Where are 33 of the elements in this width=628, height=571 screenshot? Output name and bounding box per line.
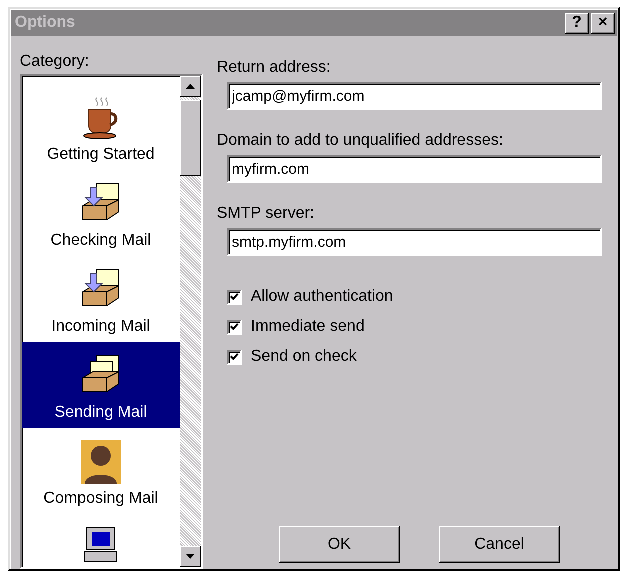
checkbox-label: Immediate send	[251, 318, 365, 336]
field-label: SMTP server:	[217, 205, 316, 223]
checkbox-label: Send on check	[251, 348, 357, 366]
field-label: Domain to add to unqualified addresses:	[217, 132, 504, 150]
ok-button[interactable]: OK	[279, 526, 400, 563]
checkbox[interactable]	[227, 350, 242, 364]
category-item[interactable]: Incoming Mail	[22, 256, 180, 342]
checkbox[interactable]	[227, 290, 242, 304]
scrollbar[interactable]	[180, 76, 201, 567]
category-item[interactable]: Checking Mail	[22, 170, 180, 256]
checkbox-label: Allow authentication	[251, 288, 394, 306]
down-arrow-icon	[186, 554, 195, 559]
category-item[interactable]: Sending Mail	[22, 342, 180, 428]
person-silhouette-icon	[81, 440, 121, 484]
text-field[interactable]: smtp.myfirm.com	[227, 228, 602, 256]
field-label: Return address:	[217, 59, 332, 77]
cancel-button[interactable]: Cancel	[439, 526, 560, 563]
text-field[interactable]: myfirm.com	[227, 155, 602, 183]
close-button[interactable]: ×	[591, 12, 615, 34]
scroll-thumb[interactable]	[180, 100, 201, 176]
text-field[interactable]: jcamp@myfirm.com	[227, 82, 602, 110]
category-label: Category:	[20, 53, 90, 71]
up-arrow-icon	[186, 84, 195, 89]
category-item[interactable]: Getting Started	[22, 84, 180, 170]
check-mark-icon	[230, 293, 239, 301]
checkbox[interactable]	[227, 320, 242, 334]
check-mark-icon	[230, 353, 239, 361]
check-mark-icon	[230, 323, 239, 331]
scroll-up-button[interactable]	[180, 76, 201, 97]
category-item[interactable]: Composing Mail	[22, 428, 180, 514]
window-title: Options	[15, 14, 76, 32]
scroll-down-button[interactable]	[180, 546, 201, 567]
help-button[interactable]: ?	[565, 12, 589, 34]
